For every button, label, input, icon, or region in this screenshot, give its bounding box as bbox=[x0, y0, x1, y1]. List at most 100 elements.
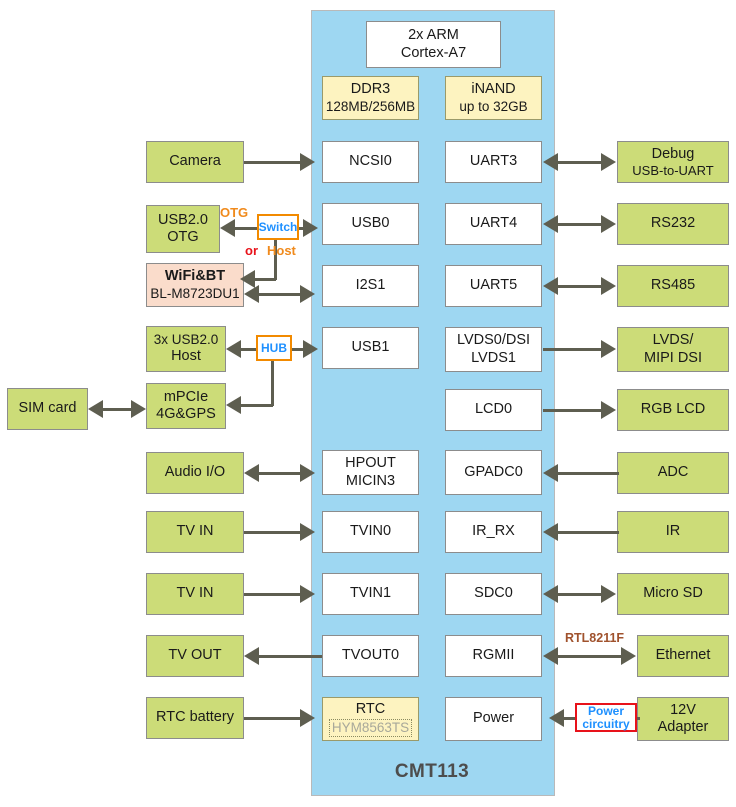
connector-adc-gpadc0 bbox=[557, 472, 619, 475]
arrow-uart3-debug-right bbox=[601, 153, 616, 171]
soc-block-uart4: UART4 bbox=[445, 203, 542, 245]
peripheral-lvds-line1: LVDS/ bbox=[652, 332, 694, 349]
peripheral-usb-otg-line1: USB2.0 bbox=[158, 211, 208, 228]
connector-tvout0-tvout bbox=[258, 655, 322, 658]
peripheral-rs485: RS485 bbox=[617, 265, 729, 307]
peripheral-rs232-label: RS232 bbox=[650, 215, 696, 232]
note-otg: OTG bbox=[220, 205, 249, 220]
peripheral-camera-label: Camera bbox=[169, 153, 221, 170]
soc-core-line2: Cortex-A7 bbox=[400, 44, 467, 61]
soc-block-rgmii-line1: RGMII bbox=[472, 647, 515, 664]
soc-block-i2s1: I2S1 bbox=[322, 265, 419, 307]
connector-switch-wifi-horizontal bbox=[253, 278, 276, 281]
peripheral-wifi-bt-line1: WiFi&BT bbox=[164, 268, 226, 285]
soc-block-uart5-line1: UART5 bbox=[469, 277, 518, 294]
connector-rtcbattery-rtc bbox=[244, 717, 306, 720]
connector-sim-mpcie bbox=[101, 408, 133, 411]
soc-block-usb0-line1: USB0 bbox=[351, 215, 390, 232]
peripheral-usb-host: 3x USB2.0 Host bbox=[146, 326, 226, 372]
hub-tag[interactable]: HUB bbox=[256, 335, 292, 361]
soc-block-tvin0: TVIN0 bbox=[322, 511, 419, 553]
peripheral-usb-host-line1: 3x USB2.0 bbox=[153, 332, 219, 348]
peripheral-tv-in-1: TV IN bbox=[146, 573, 244, 615]
peripheral-debug-line2: USB-to-UART bbox=[632, 162, 714, 178]
arrow-lcd0-rgblcd bbox=[601, 401, 616, 419]
arrow-hub-mpcie bbox=[226, 396, 241, 414]
peripheral-tv-out-label: TV OUT bbox=[168, 647, 222, 664]
peripheral-rtc-battery: RTC battery bbox=[146, 697, 244, 739]
arrow-tvin-tvin0 bbox=[300, 523, 315, 541]
connector-hub-mpcie-vertical bbox=[271, 360, 274, 406]
memory-block-inand: iNAND up to 32GB bbox=[445, 76, 542, 120]
peripheral-tv-in-0: TV IN bbox=[146, 511, 244, 553]
peripheral-tv-in-0-label: TV IN bbox=[176, 523, 214, 540]
peripheral-audio-io-label: Audio I/O bbox=[164, 464, 226, 481]
soc-block-usb1-line1: USB1 bbox=[351, 339, 390, 356]
soc-block-rtc-part-number: HYM8563TS bbox=[328, 719, 413, 738]
arrow-uart5-rs485-left bbox=[543, 277, 558, 295]
peripheral-usb-host-line2: Host bbox=[171, 348, 201, 365]
peripheral-12v-adapter-line2: Adapter bbox=[657, 719, 709, 735]
soc-block-tvin1: TVIN1 bbox=[322, 573, 419, 615]
connector-powercircuitry-power bbox=[562, 717, 576, 720]
hub-tag-label: HUB bbox=[261, 340, 287, 355]
memory-inand-line2: up to 32GB bbox=[459, 98, 528, 114]
peripheral-ir-label: IR bbox=[665, 523, 681, 540]
soc-block-sdc0: SDC0 bbox=[445, 573, 542, 615]
arrow-tvout0-tvout bbox=[244, 647, 259, 665]
soc-block-usb0: USB0 bbox=[322, 203, 419, 245]
power-circuitry-tag[interactable]: Power circuitry bbox=[575, 703, 637, 732]
connector-uart5-rs485 bbox=[557, 285, 603, 288]
peripheral-ethernet: Ethernet bbox=[637, 635, 729, 677]
connector-hub-mpcie-horizontal bbox=[240, 404, 273, 407]
soc-block-lcd0: LCD0 bbox=[445, 389, 542, 431]
switch-tag-label: Switch bbox=[258, 219, 298, 234]
connector-tvin-tvin1 bbox=[244, 593, 306, 596]
arrow-switch-usb0 bbox=[303, 219, 318, 237]
peripheral-usb-otg: USB2.0 OTG bbox=[146, 205, 220, 253]
peripheral-debug-line1: Debug bbox=[651, 145, 695, 162]
arrow-hub-usb1 bbox=[303, 340, 318, 358]
peripheral-wifi-bt-part-number: BL-M8723DU1 bbox=[150, 285, 240, 301]
connector-usbotg-switch bbox=[233, 227, 259, 230]
peripheral-wifi-bt: WiFi&BT BL-M8723DU1 bbox=[146, 263, 244, 307]
peripheral-camera: Camera bbox=[146, 141, 244, 183]
peripheral-sim-card: SIM card bbox=[7, 388, 88, 430]
peripheral-12v-adapter: 12V Adapter bbox=[637, 697, 729, 741]
arrow-switch-usbotg bbox=[220, 219, 235, 237]
connector-ir-irrx bbox=[557, 531, 619, 534]
memory-inand-line1: iNAND bbox=[471, 81, 516, 98]
power-circuitry-line2: circuitry bbox=[582, 716, 630, 731]
connector-audio-hpout bbox=[258, 472, 306, 475]
soc-block-ir-rx: IR_RX bbox=[445, 511, 542, 553]
arrow-sdc0-microsd-left bbox=[543, 585, 558, 603]
peripheral-micro-sd-label: Micro SD bbox=[643, 585, 703, 602]
soc-block-lvds-line1: LVDS0/DSI bbox=[456, 332, 531, 349]
soc-block-i2s1-line1: I2S1 bbox=[355, 277, 386, 294]
soc-name-label: CMT113 bbox=[394, 761, 470, 782]
memory-block-ddr3: DDR3 128MB/256MB bbox=[322, 76, 419, 120]
arrow-wifi-i2s1 bbox=[300, 285, 315, 303]
peripheral-adc: ADC bbox=[617, 452, 729, 494]
soc-block-tvin1-line1: TVIN1 bbox=[349, 585, 392, 602]
switch-tag[interactable]: Switch bbox=[257, 214, 299, 240]
peripheral-lvds-line2: MIPI DSI bbox=[643, 349, 702, 366]
connector-camera-ncsi0 bbox=[244, 161, 306, 164]
note-or: or bbox=[245, 243, 258, 258]
soc-block-hpout-line2: MICIN3 bbox=[345, 472, 396, 489]
peripheral-micro-sd: Micro SD bbox=[617, 573, 729, 615]
connector-tvin-tvin0 bbox=[244, 531, 306, 534]
peripheral-mpcie: mPCIe 4G&GPS bbox=[146, 383, 226, 429]
arrow-uart4-rs232-left bbox=[543, 215, 558, 233]
peripheral-adc-label: ADC bbox=[657, 464, 689, 481]
note-host: Host bbox=[267, 243, 296, 258]
peripheral-mpcie-line2: 4G&GPS bbox=[156, 406, 216, 422]
peripheral-ir: IR bbox=[617, 511, 729, 553]
peripheral-debug-uart: Debug USB-to-UART bbox=[617, 141, 729, 183]
soc-block-tvout0: TVOUT0 bbox=[322, 635, 419, 677]
soc-block-uart3-line1: UART3 bbox=[469, 153, 518, 170]
arrow-hub-usbhost bbox=[226, 340, 241, 358]
soc-block-ncsi0-line1: NCSI0 bbox=[349, 153, 392, 170]
soc-block-rtc: RTC HYM8563TS bbox=[322, 697, 419, 741]
soc-block-uart5: UART5 bbox=[445, 265, 542, 307]
